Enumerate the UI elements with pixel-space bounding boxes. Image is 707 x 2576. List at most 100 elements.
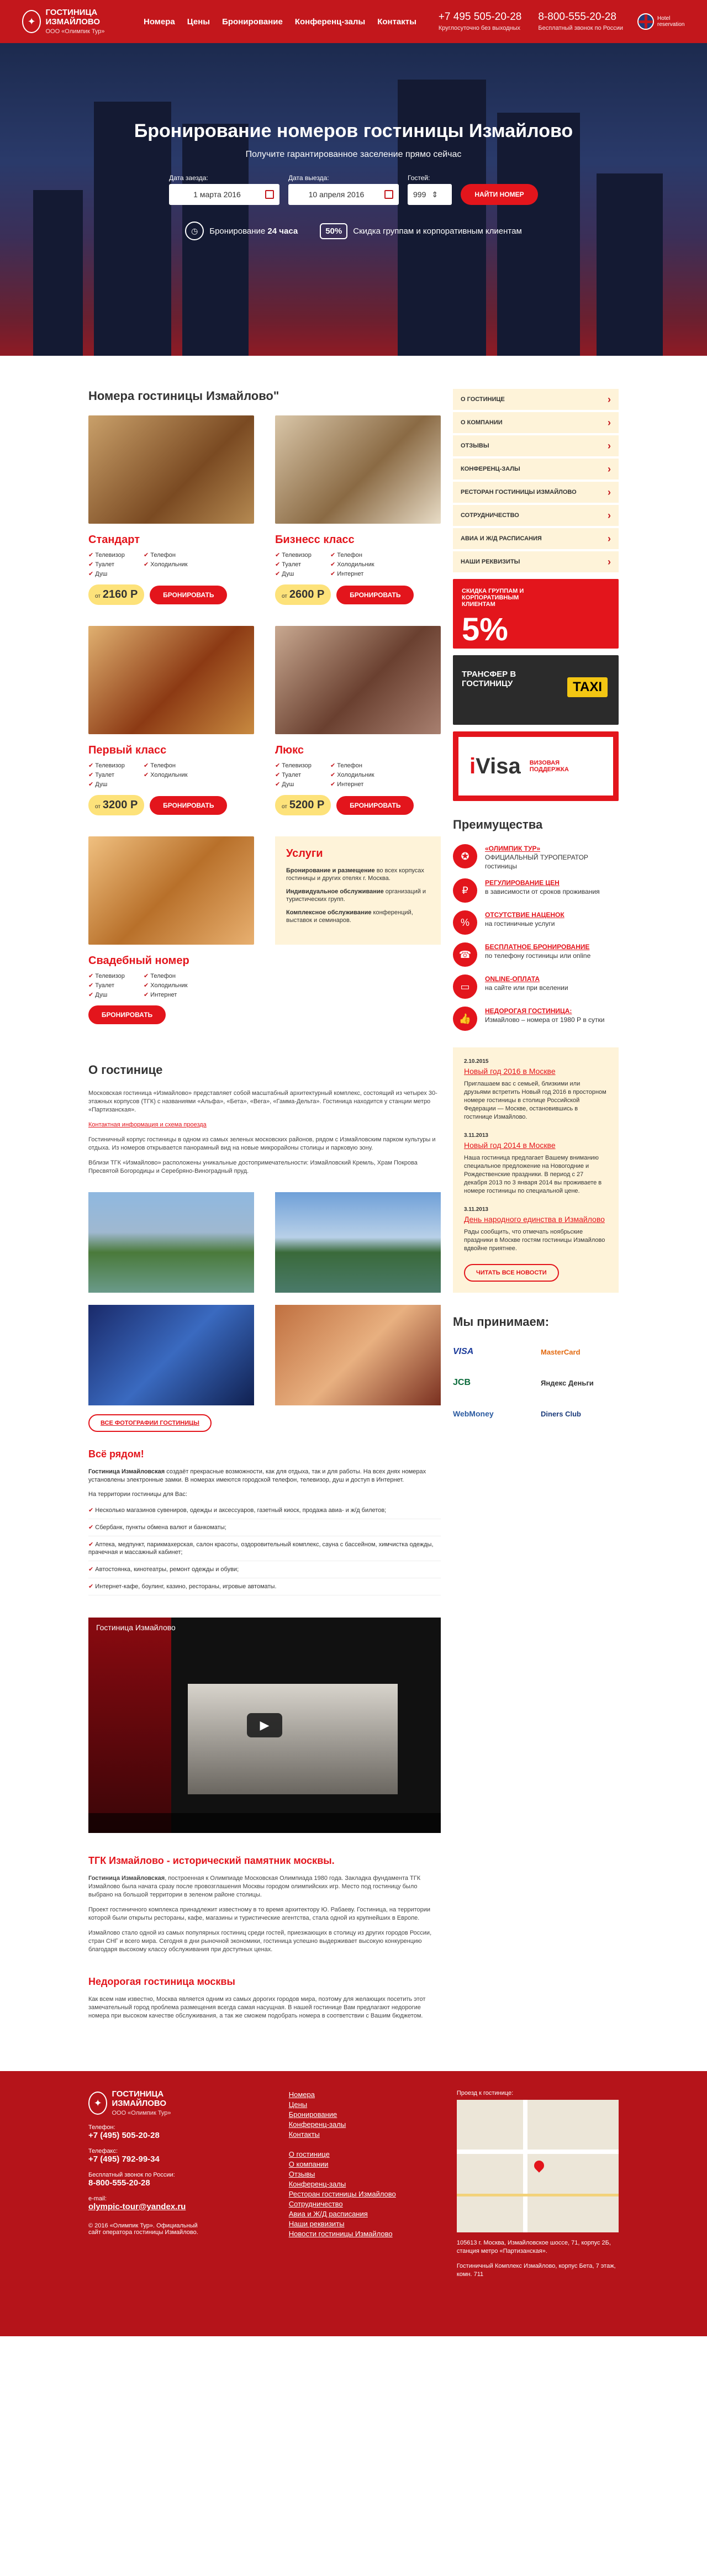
room-name[interactable]: Люкс: [275, 744, 441, 757]
nav-conference[interactable]: Конференц-залы: [295, 17, 365, 27]
video-player[interactable]: Гостиница Измайлово ▶: [88, 1618, 441, 1833]
room-card: Первый класс ТелевизорТелефонТуалетХолод…: [88, 626, 254, 815]
side-link-schedule[interactable]: Авиа и Ж/Д расписания: [453, 528, 619, 549]
room-photo[interactable]: [88, 836, 254, 945]
amenities: ТелевизорТелефонТуалетХолодильникДуш: [88, 761, 199, 789]
cheap-hotel-text: Как всем нам известно, Москва является о…: [88, 1996, 426, 2019]
all-news-button[interactable]: ЧИТАТЬ ВСЕ НОВОСТИ: [464, 1264, 559, 1282]
play-icon[interactable]: ▶: [247, 1713, 282, 1737]
footer-link[interactable]: Наши реквизиты: [289, 2219, 429, 2229]
footer-phone[interactable]: +7 (495) 505-20-28: [88, 2131, 261, 2140]
about-section: О гостинице Московская гостиница «Измайл…: [88, 1063, 441, 1432]
room-price: от 5200 Р: [275, 795, 331, 815]
visa-banner[interactable]: iVisa ВИЗОВАЯ ПОДДЕРЖКА: [453, 731, 619, 801]
language-switch[interactable]: Hotel reservation: [637, 13, 685, 30]
top-header: ✦ ГОСТИНИЦА ИЗМАЙЛОВО ООО «Олимпик Тур» Н…: [0, 0, 707, 43]
room-price: от 3200 Р: [88, 795, 145, 815]
news-box: 2.10.2015 Новый год 2016 в Москве Приглаша…: [453, 1047, 619, 1293]
room-card: Стандарт ТелевизорТелефонТуалетХолодильн…: [88, 415, 254, 605]
side-link-cooperation[interactable]: Сотрудничество: [453, 505, 619, 526]
service-item: Комплексное обслуживание конференций, вы…: [286, 909, 413, 924]
footer-link[interactable]: Новости гостиницы Измайлово: [289, 2229, 429, 2239]
footer-link[interactable]: О гостинице: [289, 2150, 429, 2159]
cheap-hotel-title: Недорогая гостиница москвы: [88, 1976, 235, 1987]
side-link-reviews[interactable]: Отзывы: [453, 435, 619, 456]
video-controls[interactable]: [88, 1813, 441, 1833]
room-photo[interactable]: [275, 415, 441, 524]
room-photo[interactable]: [275, 626, 441, 734]
news-link[interactable]: Новый год 2016 в Москве: [464, 1067, 608, 1076]
footer-link[interactable]: Авиа и Ж/Д расписания: [289, 2209, 429, 2219]
nav-prices[interactable]: Цены: [187, 17, 210, 27]
nav-contacts[interactable]: Контакты: [377, 17, 416, 27]
side-link-requisites[interactable]: Наши реквизиты: [453, 551, 619, 572]
phone-free[interactable]: 8-800-555-20-28 Бесплатный звонок по Росс…: [538, 11, 623, 31]
list-item: Интернет-кафе, боулинг, казино, ресторан…: [88, 1578, 441, 1595]
logo[interactable]: ✦ ГОСТИНИЦА ИЗМАЙЛОВО ООО «Олимпик Тур»: [22, 8, 133, 35]
gallery-photo[interactable]: [275, 1305, 441, 1405]
amenities: ТелевизорТелефонТуалетХолодильникДуш: [88, 551, 199, 579]
diners-club-logo: Diners Club: [541, 1409, 581, 1418]
room-photo[interactable]: [88, 415, 254, 524]
taxi-icon: TAXI: [567, 677, 608, 697]
checkout-field[interactable]: 10 апреля 2016: [288, 184, 399, 205]
book-button[interactable]: БРОНИРОВАТЬ: [88, 1005, 166, 1024]
book-button[interactable]: БРОНИРОВАТЬ: [336, 796, 414, 815]
side-link-company[interactable]: О компании: [453, 412, 619, 433]
footer-link[interactable]: Конференц-залы: [289, 2179, 429, 2189]
stepper-icon[interactable]: ⇕: [431, 190, 438, 199]
room-card: Свадебный номер ТелевизорТелефонТуалетХо…: [88, 836, 254, 1024]
history-section: ТГК Измайлово - исторический памятник мо…: [88, 1855, 441, 2020]
all-photos-button[interactable]: ВСЕ ФОТОГРАФИИ ГОСТИНИЦЫ: [88, 1414, 212, 1432]
gallery-photo[interactable]: [88, 1192, 254, 1293]
calendar-icon: [265, 190, 274, 199]
feature-24h: ◷ Бронирование 24 часа: [185, 222, 298, 240]
book-button[interactable]: БРОНИРОВАТЬ: [150, 585, 228, 604]
location-map[interactable]: [456, 2100, 619, 2232]
logo-emblem-icon: ✦: [88, 2092, 108, 2115]
gallery-photo[interactable]: [88, 1305, 254, 1405]
footer-link[interactable]: Конференц-залы: [289, 2120, 429, 2130]
news-link[interactable]: Новый год 2014 в Москве: [464, 1141, 608, 1150]
nav-rooms[interactable]: Номера: [144, 17, 175, 27]
side-link-restaurant[interactable]: Ресторан гостиницы Измайлово: [453, 482, 619, 503]
map-title: Проезд к гостинице:: [456, 2090, 514, 2096]
contact-info-link[interactable]: Контактная информация и схема проезда: [88, 1121, 207, 1128]
room-photo[interactable]: [88, 626, 254, 734]
book-button[interactable]: БРОНИРОВАТЬ: [336, 585, 414, 604]
room-name[interactable]: Бизнесс класс: [275, 534, 441, 546]
checkin-field[interactable]: 1 марта 2016: [169, 184, 279, 205]
side-link-about[interactable]: О гостинице: [453, 389, 619, 410]
visa-logo: VISA: [453, 1347, 474, 1356]
footer-link[interactable]: О компании: [289, 2159, 429, 2169]
footer-link[interactable]: Номера: [289, 2090, 429, 2100]
side-link-conference[interactable]: Конференц-залы: [453, 459, 619, 480]
footer-email[interactable]: olympic-tour@yandex.ru: [88, 2202, 261, 2211]
footer-link[interactable]: Отзывы: [289, 2169, 429, 2179]
about-text: Вблизи ТГК «Измайлово» расположены уника…: [88, 1160, 418, 1174]
guests-field[interactable]: 999 ⇕: [408, 184, 452, 205]
footer-link[interactable]: Цены: [289, 2100, 429, 2110]
rooms-grid: Стандарт ТелевизорТелефонТуалетХолодильн…: [88, 415, 441, 1024]
side-menu: О гостинице О компании Отзывы Конференц-…: [453, 389, 619, 572]
footer-logo[interactable]: ✦ ГОСТИНИЦА ИЗМАЙЛОВО ООО «Олимпик Тур»: [88, 2089, 199, 2116]
find-room-button[interactable]: НАЙТИ НОМЕР: [461, 184, 538, 205]
footer-link[interactable]: Бронирование: [289, 2110, 429, 2120]
transfer-banner[interactable]: ТРАНСФЕР В ГОСТИНИЦУ TAXI: [453, 655, 619, 725]
gallery-photo[interactable]: [275, 1192, 441, 1293]
footer-link[interactable]: Ресторан гостиницы Измайлово: [289, 2189, 429, 2199]
amenities: ТелевизорТелефонТуалетХолодильникДушИнте…: [275, 761, 386, 789]
list-item: Автостоянка, кинотеатры, ремонт одежды и…: [88, 1561, 441, 1578]
book-button[interactable]: БРОНИРОВАТЬ: [150, 796, 228, 815]
phone-moscow[interactable]: +7 495 505-20-28 Круглосуточно без выходн…: [439, 11, 522, 31]
logo-title: ГОСТИНИЦА ИЗМАЙЛОВО: [45, 8, 101, 27]
news-link[interactable]: День народного единства в Измайлово: [464, 1215, 608, 1224]
room-name[interactable]: Свадебный номер: [88, 955, 254, 967]
nav-booking[interactable]: Бронирование: [222, 17, 283, 27]
room-name[interactable]: Первый класс: [88, 744, 254, 757]
footer-link[interactable]: Контакты: [289, 2130, 429, 2140]
discount-banner[interactable]: СКИДКА ГРУППАМ И КОРПОРАТИВНЫМ КЛИЕНТАМ 5…: [453, 579, 619, 649]
footer-free-phone[interactable]: 8-800-555-20-28: [88, 2178, 261, 2188]
footer-link[interactable]: Сотрудничество: [289, 2199, 429, 2209]
room-name[interactable]: Стандарт: [88, 534, 254, 546]
